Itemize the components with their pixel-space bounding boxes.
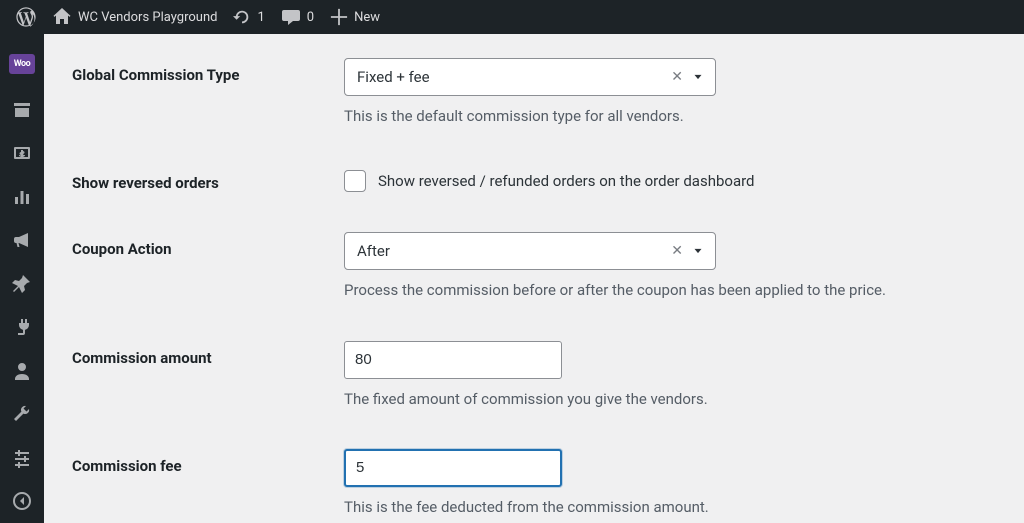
help-commission-fee: This is the fee deducted from the commis… xyxy=(344,497,996,517)
help-commission-amount: The fixed amount of commission you give … xyxy=(344,389,996,409)
field-coupon-action: Coupon Action After ✕ Process the commis… xyxy=(72,232,996,300)
select-coupon-action[interactable]: After ✕ xyxy=(344,232,716,270)
label-global-commission-type: Global Commission Type xyxy=(72,58,344,84)
sidebar-item-tools[interactable] xyxy=(0,392,44,436)
plus-icon xyxy=(330,8,348,26)
help-coupon-action: Process the commission before or after t… xyxy=(344,280,996,300)
bar-chart-icon xyxy=(12,187,32,207)
chevron-down-icon xyxy=(691,244,705,258)
admin-bar: WC Vendors Playground 1 0 New xyxy=(0,0,1024,34)
comment-icon xyxy=(281,7,301,27)
label-coupon-action: Coupon Action xyxy=(72,232,344,258)
home-icon xyxy=(52,7,72,27)
sidebar-item-users[interactable] xyxy=(0,349,44,393)
clear-selection-icon[interactable]: ✕ xyxy=(663,70,691,84)
sidebar-item-archive[interactable] xyxy=(0,88,44,132)
sliders-icon xyxy=(12,448,32,468)
input-commission-amount[interactable] xyxy=(344,341,562,379)
sidebar-item-money[interactable] xyxy=(0,131,44,175)
updates-link[interactable]: 1 xyxy=(225,0,272,34)
field-global-commission-type: Global Commission Type Fixed + fee ✕ Thi… xyxy=(72,58,996,126)
field-show-reversed-orders: Show reversed orders Show reversed / ref… xyxy=(72,166,996,192)
checkbox-label-show-reversed-orders: Show reversed / refunded orders on the o… xyxy=(378,172,755,190)
admin-sidebar: Woo xyxy=(0,34,44,523)
site-link[interactable]: WC Vendors Playground xyxy=(44,0,225,34)
user-icon xyxy=(12,361,32,381)
field-commission-fee: Commission fee This is the fee deducted … xyxy=(72,449,996,517)
wordpress-icon xyxy=(16,7,36,27)
plug-icon xyxy=(12,317,32,337)
comments-link[interactable]: 0 xyxy=(273,0,322,34)
chevron-down-icon xyxy=(691,70,705,84)
refresh-icon xyxy=(233,8,251,26)
select-value: Fixed + fee xyxy=(357,68,663,86)
wordpress-logo[interactable] xyxy=(8,0,44,34)
new-content-link[interactable]: New xyxy=(322,0,388,34)
pin-icon xyxy=(12,274,32,294)
updates-count: 1 xyxy=(257,10,264,25)
new-label: New xyxy=(354,10,380,25)
field-commission-amount: Commission amount The fixed amount of co… xyxy=(72,341,996,409)
money-icon xyxy=(12,143,32,163)
select-value: After xyxy=(357,242,663,260)
help-global-commission-type: This is the default commission type for … xyxy=(344,106,996,126)
megaphone-icon xyxy=(12,230,32,250)
woo-badge-text: Woo xyxy=(14,59,30,69)
label-commission-amount: Commission amount xyxy=(72,341,344,367)
wrench-icon xyxy=(12,404,32,424)
select-global-commission-type[interactable]: Fixed + fee ✕ xyxy=(344,58,716,96)
sidebar-item-settings[interactable] xyxy=(0,436,44,480)
input-commission-fee[interactable] xyxy=(344,449,562,487)
label-commission-fee: Commission fee xyxy=(72,449,344,475)
clear-selection-icon[interactable]: ✕ xyxy=(663,244,691,258)
settings-panel: Global Commission Type Fixed + fee ✕ Thi… xyxy=(44,34,1024,523)
sidebar-item-woocommerce[interactable]: Woo xyxy=(9,54,35,74)
sidebar-item-collapse[interactable] xyxy=(0,479,44,523)
collapse-icon xyxy=(12,491,32,511)
label-show-reversed-orders: Show reversed orders xyxy=(72,166,344,192)
checkbox-show-reversed-orders[interactable] xyxy=(344,170,366,192)
sidebar-item-plugins[interactable] xyxy=(0,305,44,349)
sidebar-item-marketing[interactable] xyxy=(0,218,44,262)
site-name: WC Vendors Playground xyxy=(78,10,217,25)
sidebar-item-analytics[interactable] xyxy=(0,175,44,219)
archive-icon xyxy=(12,100,32,120)
comments-count: 0 xyxy=(307,10,314,25)
sidebar-item-pin[interactable] xyxy=(0,262,44,306)
